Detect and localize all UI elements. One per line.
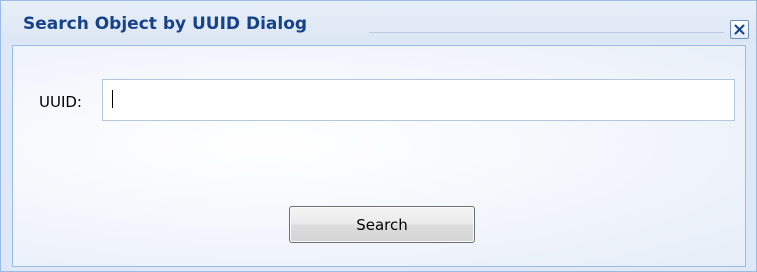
dialog-titlebar[interactable]: Search Object by UUID Dialog — [1, 1, 756, 43]
uuid-input[interactable] — [102, 79, 735, 121]
search-uuid-dialog: Search Object by UUID Dialog UUID: Searc… — [0, 0, 757, 272]
close-x-icon — [734, 24, 745, 35]
uuid-label: UUID: — [39, 93, 82, 111]
search-button[interactable]: Search — [289, 206, 475, 243]
dialog-title: Search Object by UUID Dialog — [23, 14, 308, 34]
close-button[interactable] — [730, 20, 749, 39]
dialog-body: UUID: Search — [12, 45, 746, 267]
titlebar-divider — [369, 32, 724, 33]
text-caret — [112, 90, 113, 108]
